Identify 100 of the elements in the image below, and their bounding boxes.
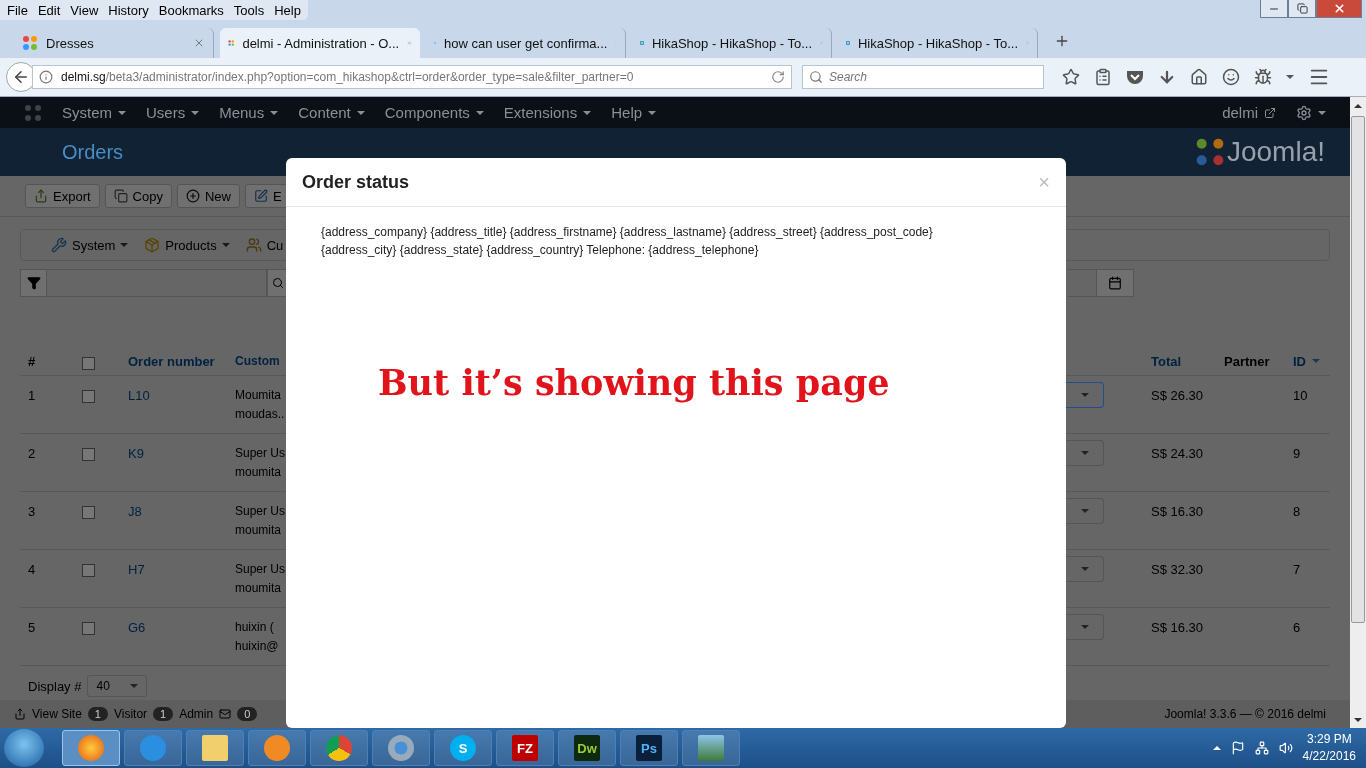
taskbar-app-button[interactable] (682, 730, 740, 766)
nav-menu-item[interactable]: Users (136, 104, 210, 121)
nav-menu-item[interactable]: Menus (209, 104, 289, 121)
customer-text: Super Us (235, 561, 286, 578)
plus-icon (1054, 33, 1070, 49)
restore-icon (1296, 3, 1308, 14)
checkbox[interactable] (82, 564, 95, 577)
customer-text: moumita (235, 464, 282, 481)
flag-icon[interactable] (1230, 741, 1245, 755)
search-icon (809, 70, 823, 84)
scrollbar[interactable] (1350, 97, 1366, 728)
photoshop-icon: Ps (636, 735, 662, 761)
submenu-item[interactable]: Products (144, 237, 230, 253)
tab-title: HikaShop - HikaShop - To... (651, 35, 813, 51)
reload-icon[interactable] (771, 70, 785, 84)
toolbar-button[interactable]: Export (25, 184, 100, 208)
total-cell: S$ 16.30 (1143, 608, 1216, 666)
checkbox[interactable] (82, 390, 95, 403)
caret-icon[interactable] (1286, 75, 1294, 79)
taskbar-app-button[interactable] (186, 730, 244, 766)
taskbar-app-button[interactable] (62, 730, 120, 766)
search-button[interactable] (267, 269, 287, 297)
annotation-text: But it’s showing this page (378, 362, 890, 403)
tab-title: how can user get confirma... (444, 35, 608, 51)
user-link[interactable]: delmi (1212, 104, 1286, 121)
nav-menu-item[interactable]: Components (374, 104, 494, 121)
nav-menu-item[interactable]: Content (288, 104, 375, 121)
gear-icon (1296, 104, 1312, 121)
search-icon (272, 277, 284, 289)
smiley-icon[interactable] (1222, 68, 1240, 86)
close-icon[interactable] (193, 37, 205, 49)
checkbox[interactable] (82, 356, 95, 370)
customer-text: huixin ( (235, 619, 275, 636)
submenu-item[interactable]: Cu (245, 237, 284, 253)
calendar-icon (1108, 276, 1122, 290)
admin-label: Admin (179, 707, 214, 721)
customer-text: moumita (235, 522, 282, 539)
toolbar-button[interactable]: New (176, 184, 240, 208)
customer-text: Super Us (235, 503, 286, 520)
address-field[interactable]: delmi.sg/beta3/administrator/index.php?option=com_hikashop&ctrl=order&order_type=sale&filter_partner=0 (32, 65, 792, 89)
star-icon[interactable] (1062, 68, 1080, 86)
view-site-link[interactable]: View Site (32, 707, 82, 721)
clock[interactable]: 3:29 PM 4/22/2016 (1302, 731, 1356, 765)
taskbar-app-button[interactable] (372, 730, 430, 766)
reading-list-icon[interactable] (1094, 68, 1112, 86)
row-number: 2 (20, 434, 74, 492)
download-icon[interactable] (1158, 68, 1176, 86)
menu-item[interactable]: Tools (228, 2, 270, 18)
volume-icon[interactable] (1278, 741, 1293, 755)
row-number: 4 (20, 550, 74, 608)
photo-viewer-icon (698, 735, 724, 761)
taskbar-app-button[interactable] (248, 730, 306, 766)
taskbar-app-button[interactable]: FZ (496, 730, 554, 766)
filter-button[interactable] (20, 269, 47, 297)
network-icon[interactable] (1254, 741, 1269, 755)
column-header: # (20, 347, 74, 376)
tray-expand-icon[interactable] (1212, 746, 1221, 750)
checkbox[interactable] (82, 622, 95, 635)
nav-menu-item[interactable]: Extensions (493, 104, 602, 121)
submenu-item[interactable]: System (51, 237, 129, 253)
nav-menu-item[interactable]: Help (601, 104, 667, 121)
restore-button[interactable] (1288, 0, 1316, 18)
display-select[interactable]: 40 (87, 675, 148, 697)
internet-explorer-icon (140, 735, 166, 761)
menu-item[interactable]: Help (269, 2, 306, 18)
customer-text: moudas.. (235, 406, 286, 423)
tab-title: HikaShop - HikaShop - To... (857, 35, 1019, 51)
row-number: 3 (20, 492, 74, 550)
date-input[interactable] (1068, 269, 1096, 297)
version-text: Joomla! 3.3.6 — © 2016 delmi (1164, 707, 1326, 721)
nav-menu-item[interactable]: System (52, 104, 136, 121)
pocket-icon[interactable] (1126, 69, 1144, 85)
home-icon[interactable] (1190, 68, 1208, 86)
taskbar-app-button[interactable] (310, 730, 368, 766)
minimize-button[interactable] (1260, 0, 1288, 18)
calendar-button[interactable] (1096, 269, 1134, 297)
chrome-icon (326, 735, 352, 761)
search-field[interactable]: Search (802, 65, 1044, 89)
menu-item[interactable]: Edit (32, 2, 66, 18)
checkbox[interactable] (82, 506, 95, 519)
start-button[interactable] (4, 729, 44, 767)
scroll-thumb[interactable] (1351, 116, 1365, 623)
count-badge: 1 (87, 707, 108, 721)
tab-title: Dresses (46, 35, 95, 51)
menu-item[interactable]: History (103, 2, 154, 18)
menu-item[interactable]: File (2, 2, 33, 18)
taskbar-app-button[interactable] (124, 730, 182, 766)
joomla-logo-icon[interactable] (24, 103, 42, 122)
browser-tab[interactable]: delmi - Administration - O... (220, 28, 420, 58)
toolbar-button[interactable]: Copy (104, 184, 172, 208)
taskbar-app-button[interactable]: Ps (620, 730, 678, 766)
menu-item[interactable]: Bookmarks (153, 2, 229, 18)
menu-item[interactable]: View (65, 2, 104, 18)
filter-input[interactable] (47, 269, 267, 297)
page-title: Orders (62, 140, 124, 164)
id-cell: 10 (1285, 376, 1330, 434)
bug-icon[interactable] (1254, 68, 1272, 86)
close-button[interactable] (1316, 0, 1362, 18)
checkbox[interactable] (82, 448, 95, 461)
taskbar-app-button[interactable]: Dw (558, 730, 616, 766)
